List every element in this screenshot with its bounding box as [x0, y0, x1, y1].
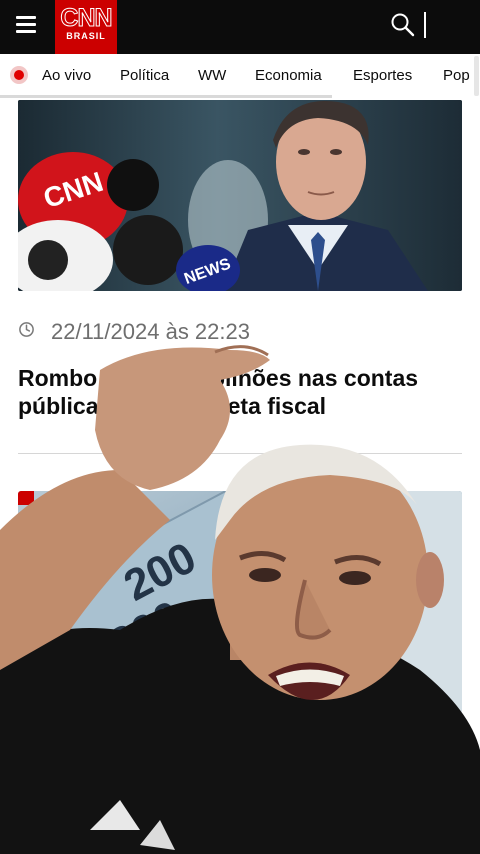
timestamp-text: 22/11/2024 às 22:23 — [51, 319, 250, 344]
header-divider — [424, 12, 426, 38]
article-photo: 200 200 — [18, 491, 462, 713]
nav-scroll-indicator — [0, 95, 332, 98]
article-photo: CNN NEWS — [18, 100, 462, 291]
article-image-banknotes[interactable]: 200 200 — [18, 491, 462, 713]
page-scrollbar[interactable] — [474, 56, 479, 96]
nav-item-ao-vivo[interactable]: Ao vivo — [42, 67, 91, 84]
nav-item-esportes[interactable]: Esportes — [353, 67, 412, 84]
article-divider — [18, 453, 462, 454]
hamburger-menu-icon[interactable] — [16, 16, 36, 33]
top-bar: CNN BRASIL — [0, 0, 480, 54]
logo-text: CNN — [60, 4, 113, 32]
article-headline[interactable]: Rombo de R$ 6,4 bilhões nas contas públi… — [18, 364, 462, 420]
nav-item-economia[interactable]: Economia — [255, 67, 322, 84]
cnn-brasil-logo[interactable]: CNN BRASIL — [55, 0, 117, 54]
article-image-minister-press[interactable]: CNN NEWS — [18, 100, 462, 291]
nav-item-politica[interactable]: Política — [120, 67, 169, 84]
article-headline[interactable]: Governo bilhões regra — [18, 788, 462, 816]
nav-item-ww[interactable]: WW — [198, 67, 226, 84]
nav-item-pop[interactable]: Pop — [443, 67, 470, 84]
search-icon[interactable] — [390, 12, 416, 38]
logo-subtext: BRASIL — [66, 31, 106, 41]
section-nav: Ao vivo Política WW Economia Esportes Po… — [0, 54, 480, 98]
clock-icon — [19, 322, 34, 337]
live-indicator-icon — [10, 66, 28, 84]
